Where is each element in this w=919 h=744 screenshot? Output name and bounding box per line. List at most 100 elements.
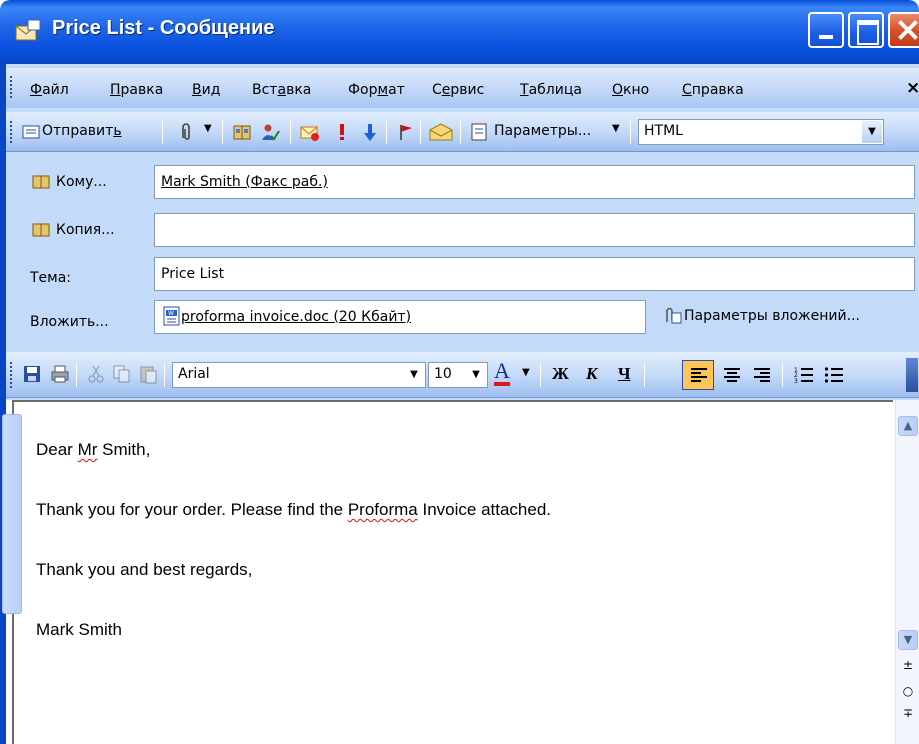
- subject-field[interactable]: Price List: [154, 257, 915, 291]
- align-right-icon[interactable]: [752, 365, 772, 385]
- chevron-down-icon[interactable]: ▼: [466, 364, 486, 386]
- menu-help[interactable]: Справка: [682, 82, 744, 98]
- attach-button[interactable]: Вложить...: [30, 314, 109, 330]
- close-button[interactable]: [888, 12, 919, 48]
- cut-icon[interactable]: [86, 364, 106, 384]
- importance-low-icon[interactable]: [360, 122, 380, 142]
- menu-edit[interactable]: Правка: [110, 82, 163, 98]
- options-dropdown-arrow[interactable]: ▼: [612, 123, 620, 134]
- importance-high-icon[interactable]: [332, 122, 352, 142]
- print-icon[interactable]: [50, 364, 70, 384]
- toolbar-separator: [222, 120, 223, 144]
- menu-insert[interactable]: Вставка: [252, 82, 311, 98]
- bold-button[interactable]: Ж: [552, 364, 569, 384]
- toolbar-separator: [76, 363, 77, 387]
- attach-field[interactable]: W proforma invoice.doc (20 Кбайт): [154, 300, 646, 334]
- font-size-select[interactable]: 10 ▼: [428, 362, 488, 388]
- menu-grip[interactable]: [10, 76, 13, 98]
- select-browse-object-button[interactable]: ○: [900, 684, 916, 698]
- menu-table[interactable]: Таблица: [520, 82, 582, 98]
- toolbar-separator: [290, 120, 291, 144]
- menu-view[interactable]: Вид: [192, 82, 220, 98]
- maximize-button[interactable]: [848, 12, 884, 48]
- previous-page-button[interactable]: ±: [900, 658, 916, 672]
- cc-button[interactable]: Копия...: [26, 213, 150, 247]
- font-color-dropdown-arrow[interactable]: ▼: [522, 367, 530, 378]
- font-size-value: 10: [434, 366, 452, 382]
- subject-label: Тема:: [30, 270, 72, 286]
- align-left-icon: [691, 368, 707, 382]
- align-left-button[interactable]: [682, 360, 714, 390]
- chevron-down-icon[interactable]: ▼: [862, 121, 882, 143]
- message-body[interactable]: Dear Mr Smith, Thank you for your order.…: [12, 400, 893, 744]
- to-recipient[interactable]: Mark Smith (Факс раб.): [161, 174, 328, 190]
- menu-file[interactable]: Файл: [30, 82, 69, 98]
- envelope-icon[interactable]: [428, 122, 454, 142]
- italic-button[interactable]: К: [586, 364, 598, 384]
- numbered-list-icon[interactable]: 1 2 3: [794, 365, 814, 385]
- send-icon: [22, 125, 40, 139]
- formatting-toolbar: Arial ▼ 10 ▼ A ▼ Ж К Ч 1 2 3: [6, 352, 919, 398]
- scroll-down-button[interactable]: ▼: [898, 630, 918, 650]
- options-button[interactable]: Параметры...: [494, 123, 591, 139]
- bullet-list-icon[interactable]: [824, 365, 844, 385]
- align-center-icon[interactable]: [722, 365, 742, 385]
- options-icon[interactable]: [470, 122, 490, 142]
- address-book-icon[interactable]: [232, 122, 252, 142]
- scroll-up-button[interactable]: ▲: [898, 416, 918, 436]
- scroll-thumb[interactable]: [2, 414, 22, 614]
- attach-icon[interactable]: [176, 122, 196, 142]
- copy-icon[interactable]: [112, 364, 132, 384]
- toolbar-overflow-button[interactable]: [906, 358, 918, 392]
- next-page-button[interactable]: ∓: [900, 706, 916, 720]
- attachment-file[interactable]: proforma invoice.doc (20 Кбайт): [181, 309, 411, 325]
- font-color-button[interactable]: A: [494, 360, 510, 386]
- follow-up-flag-icon[interactable]: [396, 122, 416, 142]
- message-format-value: HTML: [644, 123, 683, 139]
- check-names-icon[interactable]: [260, 122, 280, 142]
- to-label: Кому...: [56, 174, 107, 190]
- cc-label: Копия...: [56, 222, 115, 238]
- svg-text:3: 3: [794, 378, 798, 385]
- title-bar[interactable]: Price List - Сообщение: [0, 0, 919, 64]
- toolbar-separator: [386, 120, 387, 144]
- word-document-icon: W: [163, 306, 180, 326]
- menu-format[interactable]: Формат: [348, 82, 405, 98]
- vertical-scrollbar[interactable]: ▲ ▼ ± ○ ∓: [895, 400, 919, 744]
- save-icon[interactable]: [22, 364, 42, 384]
- menu-bar: Файл Правка Вид Вставка Формат Сервис Та…: [6, 68, 919, 108]
- toolbar-separator: [782, 363, 783, 387]
- toolbar-separator: [630, 120, 631, 144]
- minimize-button[interactable]: [808, 12, 844, 48]
- message-format-select[interactable]: HTML ▼: [638, 119, 884, 145]
- toolbar-separator: [162, 120, 163, 144]
- svg-text:W: W: [168, 310, 174, 317]
- chevron-down-icon[interactable]: ▼: [404, 364, 424, 386]
- font-name-select[interactable]: Arial ▼: [172, 362, 426, 388]
- body-paragraph: Thank you for your order. Please find th…: [36, 500, 552, 519]
- to-field[interactable]: Mark Smith (Факс раб.): [154, 165, 915, 199]
- attach-dropdown-arrow[interactable]: ▼: [204, 123, 212, 134]
- toolbar-grip[interactable]: [10, 121, 13, 143]
- flag-envelope-icon[interactable]: [300, 122, 320, 142]
- to-button[interactable]: Кому...: [26, 165, 150, 199]
- body-greeting: Dear Mr Smith,: [36, 440, 151, 459]
- underline-button[interactable]: Ч: [618, 364, 630, 384]
- menu-window[interactable]: Окно: [612, 82, 649, 98]
- body-closing: Thank you and best regards,: [36, 560, 253, 579]
- attachment-options-label: Параметры вложений...: [684, 308, 860, 324]
- toolbar-grip[interactable]: [10, 362, 13, 388]
- subject-value: Price List: [161, 266, 225, 282]
- toolbar-separator: [540, 363, 541, 387]
- toolbar-separator: [460, 120, 461, 144]
- cc-field[interactable]: [154, 213, 915, 247]
- menu-tools[interactable]: Сервис: [432, 82, 484, 98]
- attachment-options-icon: [666, 307, 682, 324]
- window-title: Price List - Сообщение: [52, 17, 275, 39]
- send-button[interactable]: Отправить: [42, 123, 122, 139]
- address-book-icon: [32, 223, 50, 237]
- address-book-icon: [32, 175, 50, 189]
- paste-icon[interactable]: [138, 364, 158, 384]
- close-document-button[interactable]: ×: [906, 78, 919, 98]
- toolbar-separator: [420, 120, 421, 144]
